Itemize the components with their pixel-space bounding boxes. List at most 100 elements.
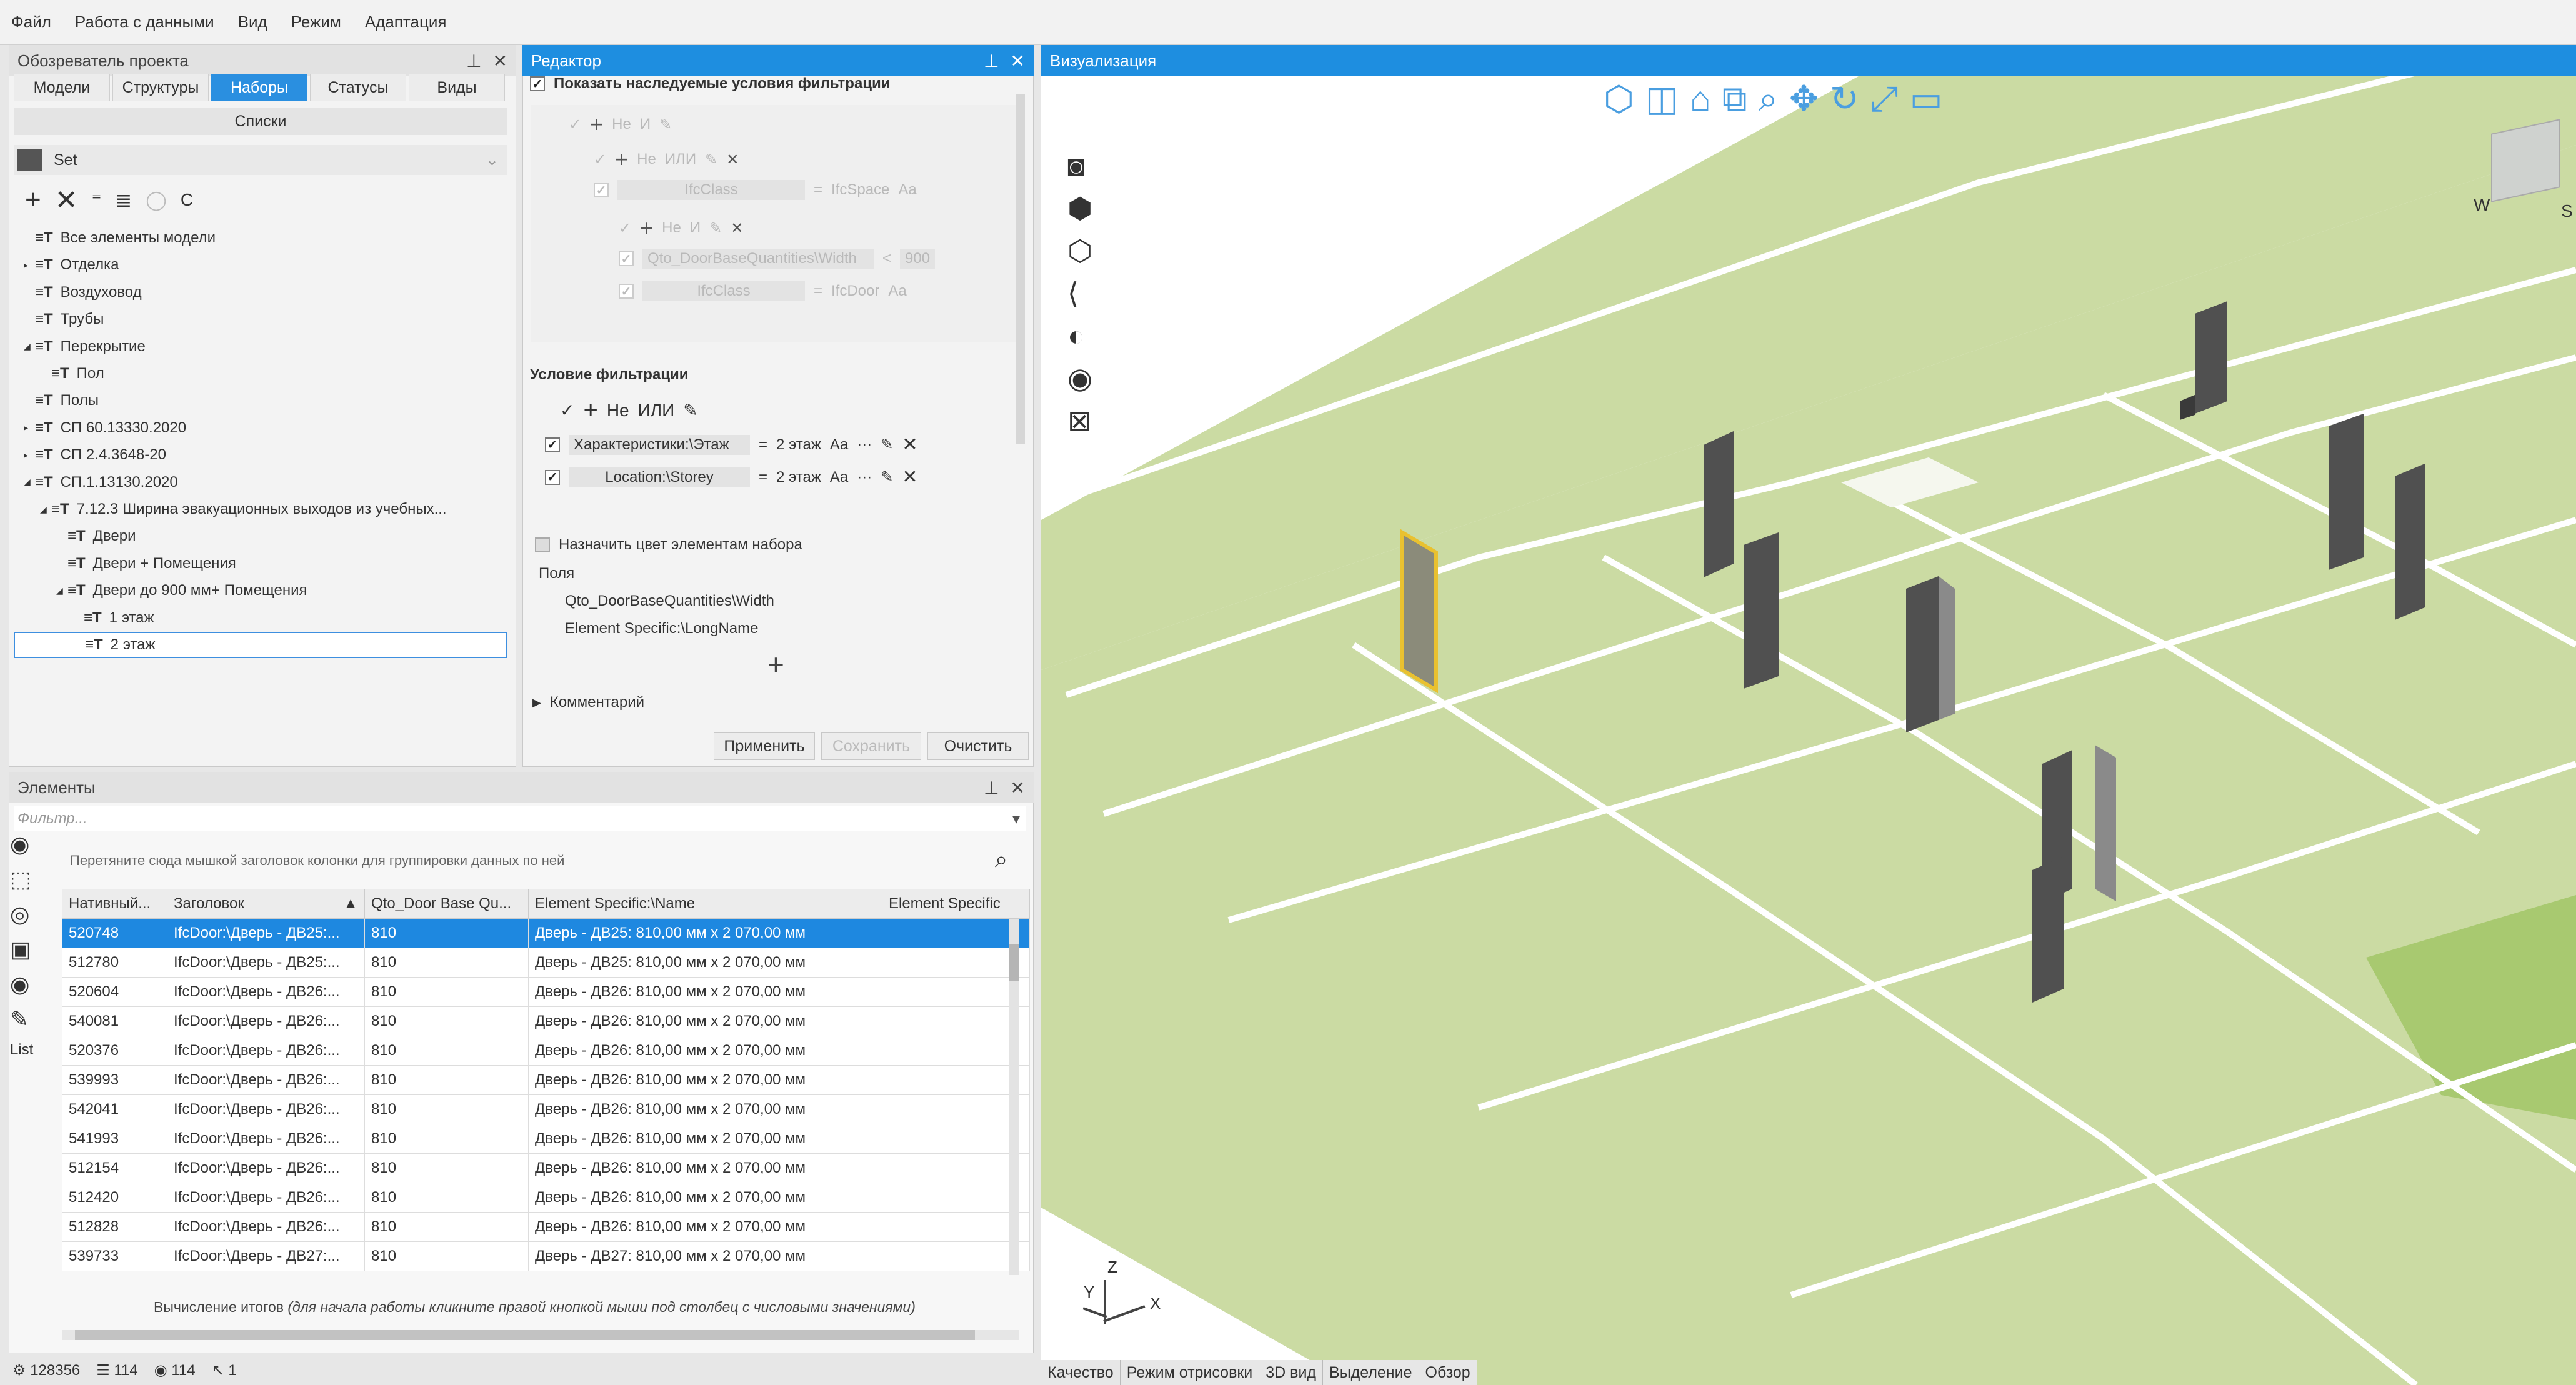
assign-color-row[interactable]: Назначить цвет элементам набора — [535, 536, 802, 554]
condition-field[interactable]: Location:\Storey — [569, 467, 750, 488]
fit-icon[interactable]: ⤢ — [1870, 81, 1899, 116]
condition-field[interactable]: Характеристики:\Этаж — [569, 434, 750, 455]
comment-expander[interactable]: ▶ Комментарий — [532, 694, 644, 711]
set-selector[interactable]: Set ⌄ — [14, 145, 507, 175]
eye-box-icon[interactable]: ◐ — [1067, 321, 1092, 350]
or-button[interactable]: ИЛИ — [638, 401, 675, 421]
check-icon[interactable]: ✓ — [560, 400, 574, 421]
tab-selection[interactable]: Выделение — [1323, 1360, 1419, 1385]
rename-icon[interactable]: ⁼ — [92, 189, 102, 211]
box-icon[interactable]: ⬢ — [1067, 194, 1092, 222]
measure-icon[interactable]: ▭ — [1910, 81, 1943, 116]
condition-operator[interactable]: = — [759, 469, 767, 486]
delete-icon[interactable]: ✕ — [902, 434, 917, 456]
chevron-icon[interactable]: ▸ — [24, 260, 35, 271]
eye-icon[interactable]: ◉ — [1067, 364, 1092, 392]
cube-icon[interactable]: ▣ — [10, 936, 40, 962]
column-element-name[interactable]: Element Specific:\Name — [529, 889, 882, 918]
eye-hide-icon[interactable]: ◎ — [10, 901, 40, 928]
column-qto-door[interactable]: Qto_Door Base Qu... — [365, 889, 529, 918]
section-icon[interactable]: ◫ — [1645, 81, 1679, 116]
list-icon[interactable]: ≣ — [115, 188, 132, 212]
menu-adaptation[interactable]: Адаптация — [365, 12, 447, 32]
table-row[interactable]: 520604 IfcDoor:\Дверь - ДВ26:... 810 Дверь … — [62, 978, 1030, 1007]
tab-structures[interactable]: Структуры — [112, 74, 209, 101]
tree-item[interactable]: ≡T Все элементы модели — [24, 225, 216, 251]
pin-icon[interactable]: ⊥ — [984, 51, 999, 71]
visualization-viewport[interactable]: ⬡ ◫ ⌂ ⧉ ⌕ ✥ ↻ ⤢ ▭ ◙ ⬢ ⬡ ⟨ ◐ ◉ ⊠ W S Z Y … — [1041, 45, 2576, 1385]
edit-icon[interactable]: ✎ — [683, 400, 697, 421]
apply-button[interactable]: Применить — [714, 732, 815, 760]
tree-item[interactable]: ◢ ≡T Перекрытие — [24, 334, 146, 360]
zoom-box-icon[interactable]: ⧉ — [1722, 81, 1747, 116]
tab-sets[interactable]: Наборы — [211, 74, 307, 101]
condition-operator[interactable]: = — [759, 436, 767, 454]
filter-input[interactable]: Фильтр... ▾ — [14, 806, 1026, 831]
list-label[interactable]: List — [10, 1041, 40, 1059]
add-icon[interactable]: + — [583, 396, 597, 424]
tree-item[interactable]: ≡T Двери — [56, 523, 136, 549]
select-box-icon[interactable]: ⬚ — [10, 866, 40, 892]
tab-render-mode[interactable]: Режим отрисовки — [1120, 1360, 1260, 1385]
chevron-down-icon[interactable]: ▾ — [1012, 810, 1020, 828]
chevron-icon[interactable]: ◢ — [56, 586, 67, 596]
tree-item[interactable]: ≡T Полы — [24, 388, 99, 414]
chevron-icon[interactable]: ◢ — [40, 504, 51, 515]
tree-item[interactable]: ≡T Воздуховод — [24, 279, 142, 306]
condition-checkbox[interactable]: ✓ — [545, 469, 560, 485]
orbit-icon[interactable]: ↻ — [1830, 81, 1859, 116]
column-title[interactable]: Заголовок ▲ — [167, 889, 365, 918]
chevron-icon[interactable]: ◢ — [24, 341, 35, 352]
tab-overview[interactable]: Обзор — [1419, 1360, 1477, 1385]
eye-icon[interactable]: ◉ — [10, 831, 40, 858]
tab-models[interactable]: Модели — [14, 74, 110, 101]
close-icon[interactable]: ✕ — [1011, 51, 1025, 71]
toggle-icon[interactable]: ◯ — [146, 189, 167, 211]
tree-item[interactable]: ◢ ≡T СП.1.13130.2020 — [24, 469, 178, 496]
c-button[interactable]: C — [181, 190, 193, 210]
home-icon[interactable]: ⌂ — [1690, 81, 1711, 116]
clear-button[interactable]: Очистить — [927, 732, 1029, 760]
condition-checkbox[interactable]: ✓ — [545, 437, 560, 452]
show-inherited-row[interactable]: ✓ Показать наследуемые условия фильтраци… — [530, 75, 891, 92]
table-row[interactable]: 512828 IfcDoor:\Дверь - ДВ26:... 810 Дверь … — [62, 1212, 1030, 1242]
tree-item[interactable]: ▸ ≡T Отделка — [24, 252, 119, 278]
tree-item[interactable]: ≡T Двери + Помещения — [56, 551, 236, 577]
tree-item[interactable]: ≡T 1 этаж — [72, 605, 154, 631]
close-icon[interactable]: ✕ — [1011, 778, 1025, 798]
pan-icon[interactable]: ✥ — [1789, 81, 1819, 116]
pin-icon[interactable]: ⊥ — [466, 51, 481, 71]
condition-row[interactable]: ✓ Location:\Storey = 2 этаж Aa ··· ✎ ✕ — [545, 466, 917, 488]
tab-views[interactable]: Виды — [409, 74, 505, 101]
table-row[interactable]: 540081 IfcDoor:\Дверь - ДВ26:... 810 Дверь … — [62, 1007, 1030, 1036]
edit-icon[interactable]: ✎ — [881, 468, 893, 486]
chevron-icon[interactable]: ▸ — [24, 422, 35, 433]
case-toggle[interactable]: Aa — [830, 469, 848, 486]
lists-header[interactable]: Списки — [14, 108, 507, 135]
tab-quality[interactable]: Качество — [1041, 1360, 1121, 1385]
view-cube[interactable]: W S — [2472, 119, 2573, 232]
condition-value[interactable]: 2 этаж — [776, 436, 821, 454]
table-row[interactable]: 520376 IfcDoor:\Дверь - ДВ26:... 810 Дверь … — [62, 1036, 1030, 1066]
scene-3d[interactable] — [1041, 45, 2576, 1385]
table-row[interactable]: 541993 IfcDoor:\Дверь - ДВ26:... 810 Дверь … — [62, 1124, 1030, 1154]
delete-icon[interactable]: ✕ — [55, 184, 78, 216]
search-icon[interactable]: ⌕ — [995, 846, 1007, 873]
assign-color-checkbox[interactable] — [535, 538, 550, 552]
table-row[interactable]: 512154 IfcDoor:\Дверь - ДВ26:... 810 Дверь … — [62, 1154, 1030, 1183]
chevron-icon[interactable]: ▸ — [24, 450, 35, 461]
scrollbar-table[interactable] — [1009, 919, 1019, 1275]
menu-data[interactable]: Работа с данными — [75, 12, 214, 32]
tab-3d-view[interactable]: 3D вид — [1259, 1360, 1324, 1385]
column-element-specific[interactable]: Element Specific — [882, 889, 1030, 918]
case-toggle[interactable]: Aa — [830, 436, 848, 454]
condition-value[interactable]: 2 этаж — [776, 469, 821, 486]
table-row[interactable]: 539733 IfcDoor:\Дверь - ДВ27:... 810 Дверь … — [62, 1242, 1030, 1271]
scrollbar-editor[interactable] — [1016, 94, 1025, 444]
table-row[interactable]: 512420 IfcDoor:\Дверь - ДВ26:... 810 Дверь … — [62, 1183, 1030, 1212]
eye-show-icon[interactable]: ◉ — [10, 971, 40, 998]
tree-item[interactable]: ◢ ≡T 7.12.3 Ширина эвакуационных выходов и… — [40, 496, 447, 522]
cube-view-icon[interactable]: ⬡ — [1604, 81, 1634, 116]
close-icon[interactable]: ✕ — [493, 51, 507, 71]
field-item[interactable]: Qto_DoorBaseQuantities\Width — [565, 592, 774, 610]
